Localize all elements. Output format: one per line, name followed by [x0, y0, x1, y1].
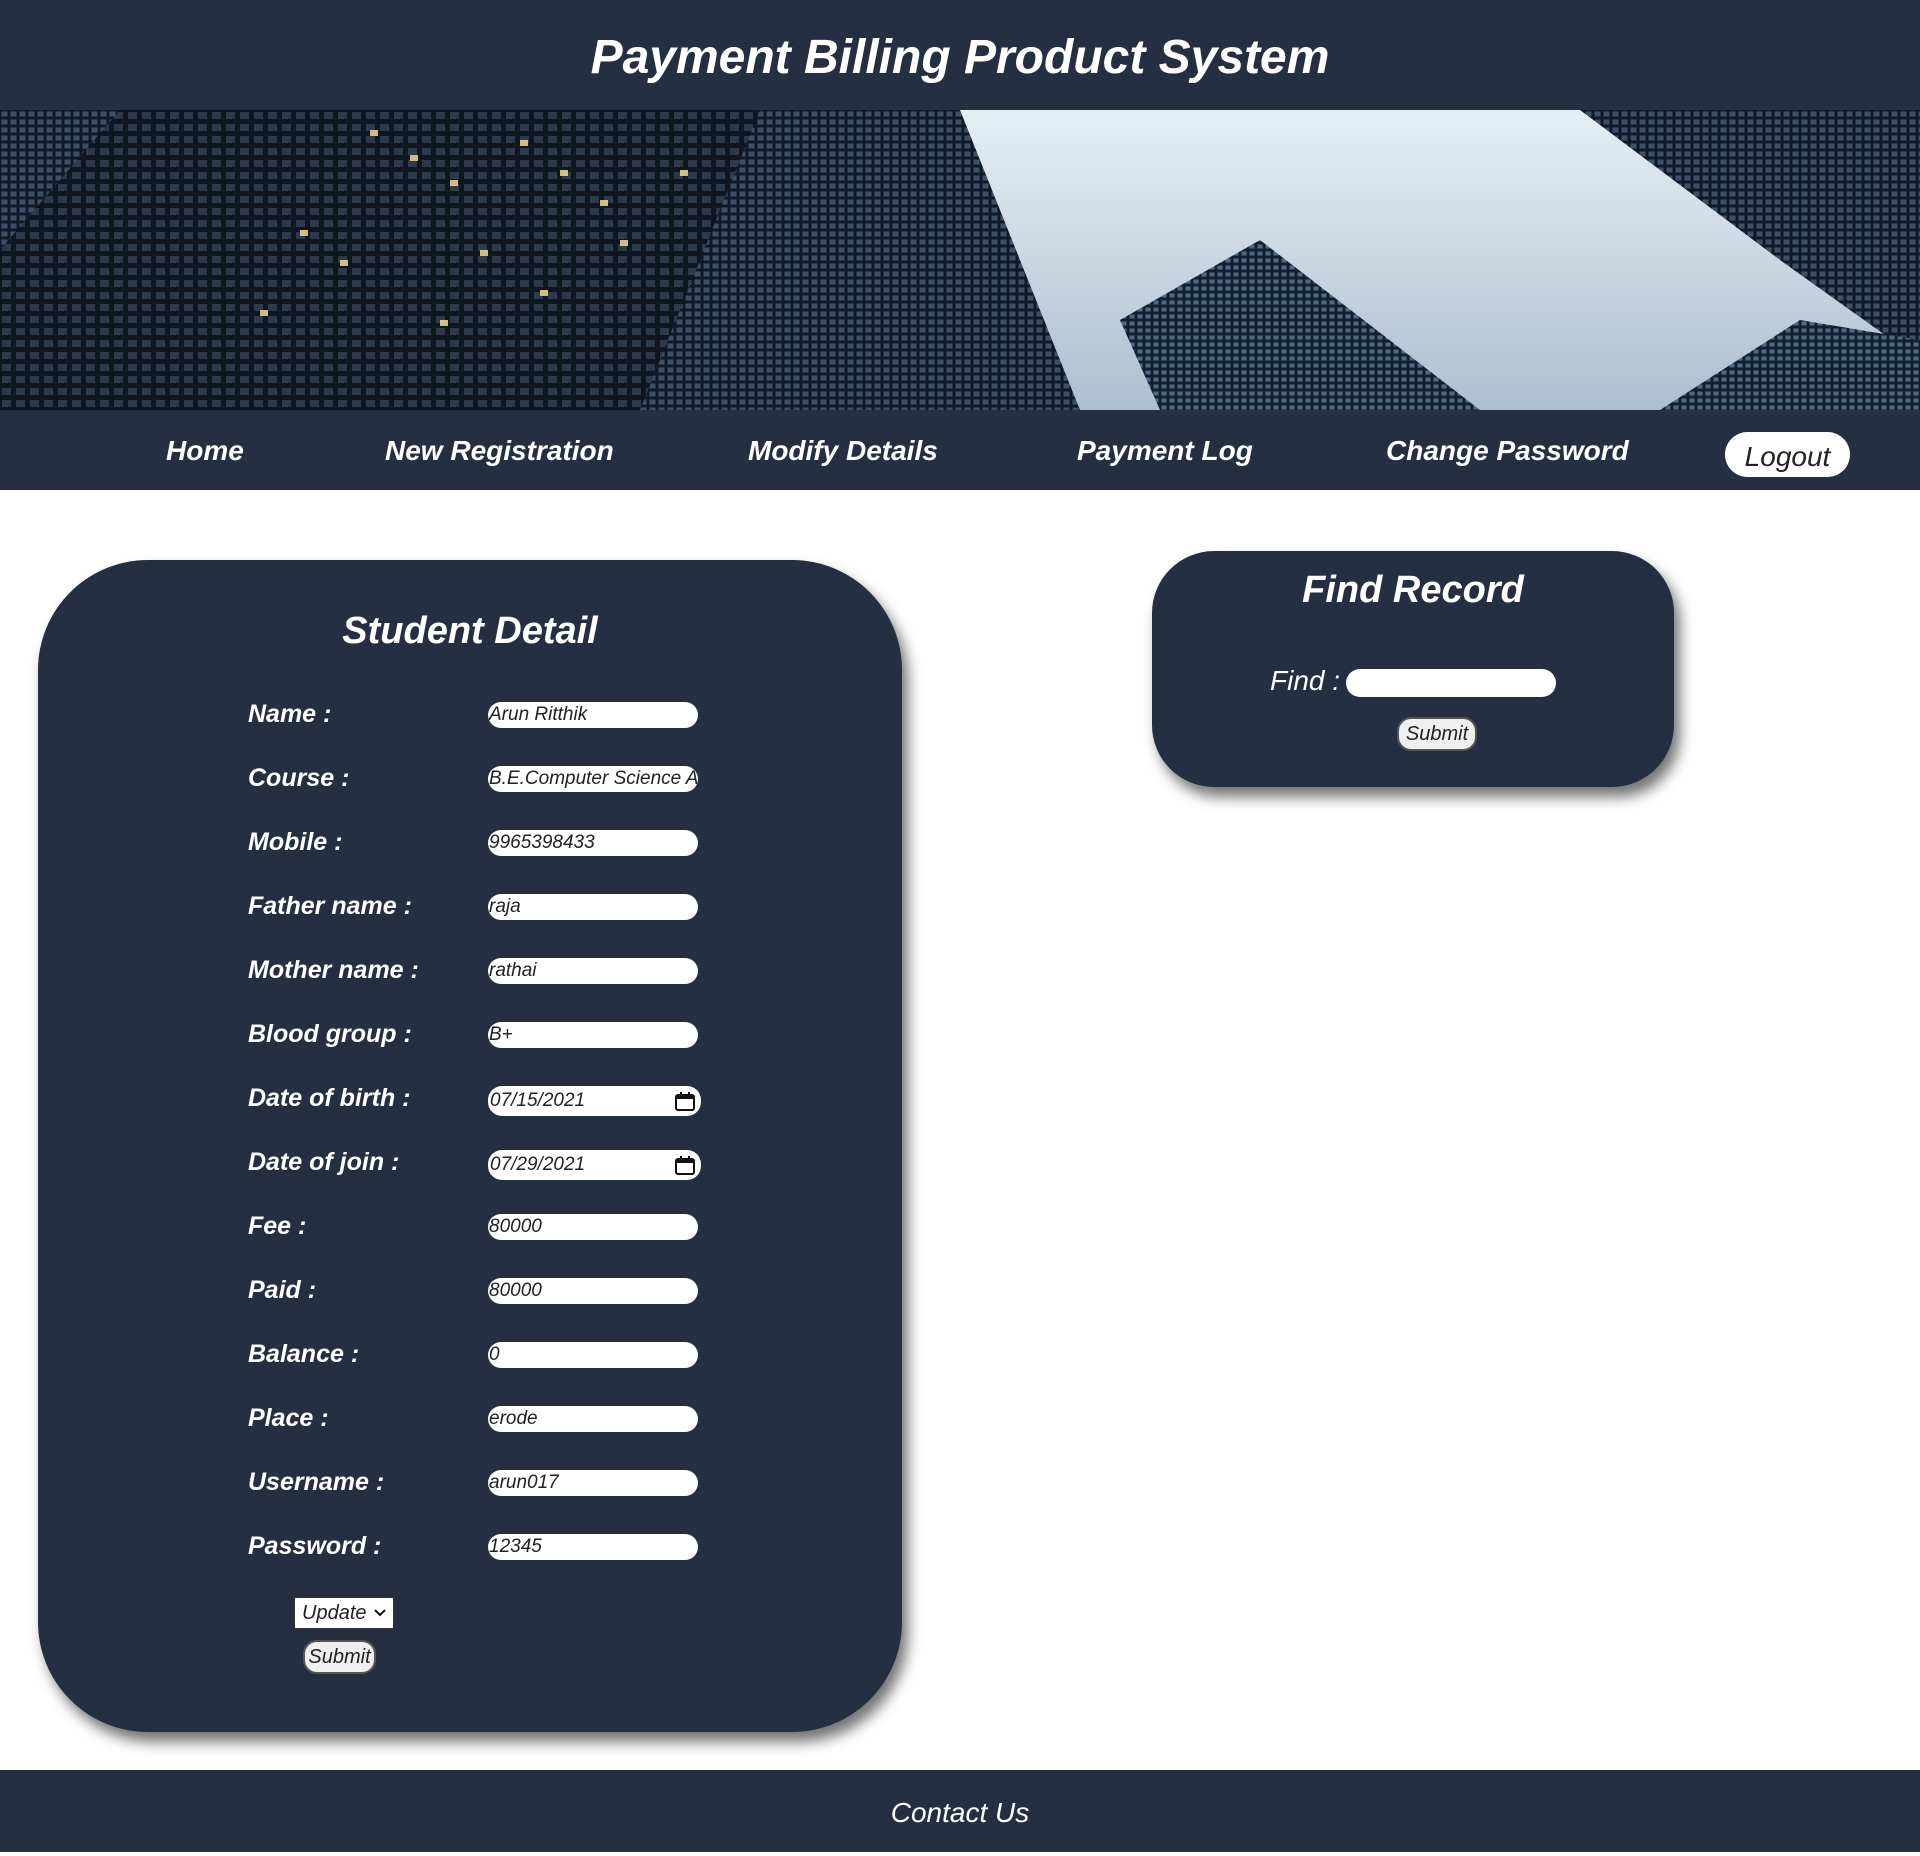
date-of-birth-input[interactable]	[488, 1088, 658, 1114]
main-nav: Home New Registration Modify Details Pay…	[0, 410, 1920, 490]
field-paid-label: Paid :	[248, 1276, 317, 1304]
field-name-label: Name :	[248, 700, 332, 728]
date-of-join-input[interactable]	[488, 1152, 658, 1178]
nav-payment-log[interactable]: Payment Log	[1077, 410, 1253, 492]
date-of-birth-picker[interactable]	[488, 1086, 701, 1116]
field-password-label: Password :	[248, 1532, 382, 1560]
field-fee-label: Fee :	[248, 1212, 307, 1240]
name-input[interactable]	[488, 702, 698, 728]
field-date-of-birth-label: Date of birth :	[248, 1084, 411, 1112]
chevron-down-icon	[374, 1609, 386, 1617]
username-input[interactable]	[488, 1470, 698, 1496]
paid-input[interactable]	[488, 1278, 698, 1304]
course-input[interactable]	[488, 766, 698, 792]
field-course-label: Course :	[248, 764, 350, 792]
find-record-title: Find Record	[1302, 569, 1524, 611]
field-username-label: Username :	[248, 1468, 385, 1496]
field-father-name-label: Father name :	[248, 892, 412, 920]
field-place-label: Place :	[248, 1404, 329, 1432]
date-of-join-picker[interactable]	[488, 1150, 701, 1180]
student-detail-panel: Student Detail Name : Course : Mobile : …	[38, 560, 902, 1732]
student-detail-title: Student Detail	[342, 610, 598, 652]
find-label: Find :	[1270, 665, 1341, 696]
field-blood-group-label: Blood group :	[248, 1020, 412, 1048]
nav-home[interactable]: Home	[166, 410, 244, 492]
mother-name-input[interactable]	[488, 958, 698, 984]
site-header: Payment Billing Product System	[0, 0, 1920, 110]
place-input[interactable]	[488, 1406, 698, 1432]
student-submit-button[interactable]: Submit	[303, 1640, 376, 1674]
father-name-input[interactable]	[488, 894, 698, 920]
logout-button[interactable]: Logout	[1725, 432, 1850, 477]
contact-us-link[interactable]: Contact Us	[891, 1797, 1030, 1828]
password-input[interactable]	[488, 1534, 698, 1560]
action-select-value: Update	[302, 1602, 367, 1624]
mobile-input[interactable]	[488, 830, 698, 856]
nav-modify-details[interactable]: Modify Details	[748, 410, 938, 492]
field-mobile-label: Mobile :	[248, 828, 343, 856]
action-select[interactable]: Update	[294, 1597, 394, 1629]
fee-input[interactable]	[488, 1214, 698, 1240]
footer: Contact Us	[0, 1770, 1920, 1852]
blood-group-input[interactable]	[488, 1022, 698, 1048]
field-balance-label: Balance :	[248, 1340, 360, 1368]
find-submit-button[interactable]: Submit	[1397, 717, 1477, 751]
nav-new-registration[interactable]: New Registration	[385, 410, 614, 492]
site-title: Payment Billing Product System	[590, 31, 1330, 84]
banner-image	[0, 110, 1920, 410]
find-input[interactable]	[1346, 669, 1556, 697]
balance-input[interactable]	[488, 1342, 698, 1368]
field-date-of-join-label: Date of join :	[248, 1148, 400, 1176]
field-mother-name-label: Mother name :	[248, 956, 419, 984]
find-record-panel: Find Record Find :	[1152, 551, 1674, 787]
nav-change-password[interactable]: Change Password	[1386, 410, 1629, 492]
calendar-icon[interactable]	[675, 1156, 695, 1175]
calendar-icon[interactable]	[675, 1092, 695, 1111]
